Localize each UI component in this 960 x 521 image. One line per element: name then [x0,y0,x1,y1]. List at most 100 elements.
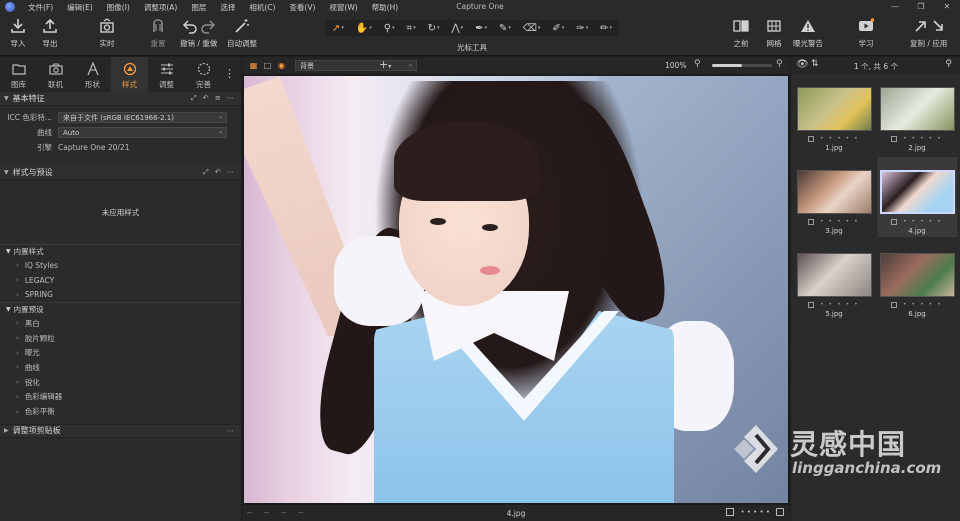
multi-view-icon[interactable]: ▦ [248,60,259,70]
live-button[interactable]: 实时 [99,18,115,49]
rating-dots-icon[interactable]: ••••• [820,135,863,142]
section-actions-icons[interactable]: ⋯ [227,427,236,435]
export-button[interactable]: 导出 [42,18,58,49]
curve-row: 曲线 Auto ⌄ [0,125,241,140]
thumbnail[interactable]: ••••• 3.jpg [794,157,874,237]
sort-icon[interactable]: ⇅ [811,59,819,69]
thumbnail[interactable]: ••••• 5.jpg [794,240,874,320]
undo-redo-button[interactable]: 撤销 / 重做 [180,18,217,49]
tab-adjust[interactable]: 调整 [148,57,185,92]
basic-features-header[interactable]: ▼ 基本特征 ⤢ ↶ ≡ ⋯ [0,92,241,106]
rating-dots-icon[interactable]: ••••• [903,301,946,308]
close-button[interactable]: ✕ [934,0,960,14]
section-actions-icons[interactable]: ⤢ ↶ ⋯ [203,168,236,177]
thumb-checkbox[interactable] [808,218,814,225]
thumb-checkbox[interactable] [808,301,814,308]
tab-style[interactable]: 样式 [111,57,148,92]
eraser-cursor-icon[interactable]: ⌫ ▾ [523,23,541,34]
builtin-styles-group[interactable]: ▼ 内置样式 [0,244,241,258]
styles-presets-header[interactable]: ▼ 样式与预设 ⤢ ↶ ⋯ [0,166,241,180]
color-tag-icon[interactable] [776,508,784,516]
more-tabs-icon[interactable]: ⋮ [224,67,235,80]
tab-capture[interactable]: 联机 [37,57,74,92]
menu-layers[interactable]: 图层 [184,2,213,13]
tab-library[interactable]: 图库 [0,57,37,92]
thumb-checkbox[interactable] [891,301,897,308]
learn-button[interactable]: 学习 [858,18,874,49]
rotate-cursor-icon[interactable]: ↻ ▾ [428,23,440,34]
tab-lens[interactable]: 形状 [74,57,111,92]
import-button[interactable]: 导入 [10,18,26,49]
loupe-cursor-icon[interactable]: ⚲ ▾ [384,23,395,34]
rating-dots-icon[interactable]: ••••• [820,301,863,308]
section-actions-icons[interactable]: ⤢ ↶ ≡ ⋯ [191,94,236,103]
list-item[interactable]: › 曲线 [0,360,241,375]
annotate-cursor-icon[interactable]: ✏ ▾ [600,23,612,34]
eye-icon[interactable]: 👁 [796,59,809,70]
exposure-warning-button[interactable]: 曝光警告 [793,18,823,49]
list-item[interactable]: › 色彩编辑器 [0,390,241,405]
menu-camera[interactable]: 相机(C) [242,2,282,13]
picker-cursor-icon[interactable]: ✒ ▾ [475,23,487,34]
search-icon[interactable]: ⚲ [945,59,952,69]
list-item[interactable]: › 胶片颗粒 [0,331,241,346]
rating-dots-icon[interactable]: ••••• [820,218,863,225]
thumbnail-image [880,253,955,297]
brush-cursor-icon[interactable]: ✎ ▾ [499,23,511,34]
curve-select[interactable]: Auto ⌄ [58,127,227,138]
auto-adjust-button[interactable]: 自动调整 [227,18,257,49]
menu-adjustments[interactable]: 调整项(A) [137,2,184,13]
proof-view-icon[interactable]: ◉ [276,60,287,70]
menu-file[interactable]: 文件(F) [21,2,60,13]
pan-cursor-icon[interactable]: ✋ ▾ [356,23,372,34]
tab-refine[interactable]: 完善 [185,57,222,92]
builtin-presets-group[interactable]: ▼ 内置预设 [0,302,241,316]
clipboard-header[interactable]: ▶ 调整项剪贴板 ⋯ [0,423,241,438]
zoom-in-icon[interactable]: ⚲ [776,59,783,69]
fill-cursor-icon[interactable]: ✑ ▾ [576,23,588,34]
single-view-icon[interactable]: □ [262,60,273,70]
gradient-cursor-icon[interactable]: ✐ ▾ [552,23,564,34]
rating-dots-icon[interactable]: • • • • • [740,508,770,516]
list-item[interactable]: › 曝光 [0,345,241,360]
menu-image[interactable]: 图像(I) [100,2,137,13]
rating-dots-icon[interactable]: ••••• [903,218,946,225]
crop-cursor-icon[interactable]: ⌗ ▾ [407,23,416,34]
thumb-checkbox[interactable] [808,135,814,142]
before-button[interactable]: 之前 [733,18,749,49]
zoom-out-icon[interactable]: ⚲ [694,59,701,69]
list-item[interactable]: › SPRING [0,287,241,302]
zoom-level[interactable]: 100% [665,61,686,70]
list-item[interactable]: › IQ Styles [0,258,241,273]
copy-apply-button[interactable]: 复制 / 应用 [910,18,947,49]
menu-view[interactable]: 查看(V) [282,2,322,13]
grid-button[interactable]: 网格 [766,18,782,49]
select-checkbox[interactable] [726,508,735,516]
zoom-slider[interactable] [712,64,772,67]
thumbnail[interactable]: ••••• 1.jpg [794,74,874,154]
thumbnail-selected[interactable]: ••••• 4.jpg [877,157,957,237]
list-item[interactable]: › 锐化 [0,375,241,390]
menu-help[interactable]: 帮助(H) [365,2,406,13]
minimize-button[interactable]: — [882,0,908,14]
thumb-checkbox[interactable] [891,218,897,225]
window-controls: — ❐ ✕ [882,0,960,14]
add-variant-button[interactable]: +▾ [379,58,391,71]
thumbnail[interactable]: ••••• 2.jpg [877,74,957,154]
list-item[interactable]: › LEGACY [0,273,241,288]
keystone-cursor-icon[interactable]: ⋀ ▾ [451,23,463,34]
image-viewer[interactable] [242,74,790,505]
menu-select[interactable]: 选择 [213,2,242,13]
background-select[interactable]: 背景 ⌄ [295,60,417,71]
menu-window[interactable]: 视窗(W) [322,2,364,13]
icc-profile-select[interactable]: 来自于文件 (sRGB IEC61966-2.1) ⌄ [58,112,227,123]
list-item[interactable]: › 黑白 [0,316,241,331]
list-item[interactable]: › 色彩平衡 [0,404,241,419]
reset-button[interactable]: 重置 [150,18,166,49]
thumb-checkbox[interactable] [891,135,897,142]
menu-edit[interactable]: 编辑(E) [60,2,100,13]
rating-dots-icon[interactable]: ••••• [903,135,946,142]
maximize-button[interactable]: ❐ [908,0,934,14]
select-cursor-icon[interactable]: ➚ ▾ [332,23,344,34]
thumbnail[interactable]: ••••• 6.jpg [877,240,957,320]
